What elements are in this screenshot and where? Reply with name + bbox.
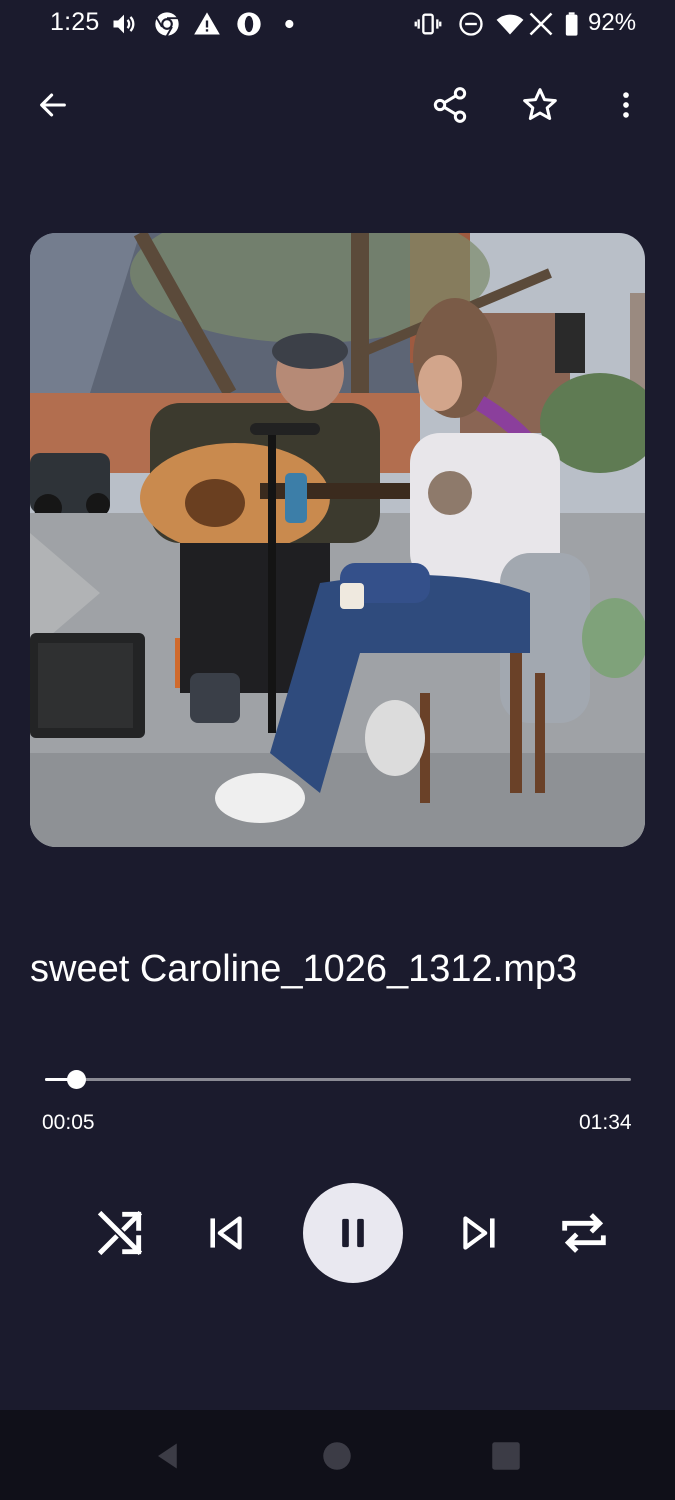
transport-controls <box>0 1183 675 1283</box>
battery-percent: 92% <box>588 9 637 36</box>
nav-back-button[interactable] <box>146 1434 190 1478</box>
track-title: sweet Caroline_1026_1312.mp3 <box>30 948 578 990</box>
previous-button[interactable] <box>195 1203 255 1263</box>
chrome-icon <box>153 10 181 38</box>
repeat-button[interactable] <box>554 1203 614 1263</box>
back-button[interactable] <box>25 77 81 133</box>
app-bar <box>0 70 675 140</box>
next-button[interactable] <box>450 1203 510 1263</box>
skip-next-icon <box>463 1216 495 1250</box>
volume-icon <box>110 10 138 38</box>
seek-bar[interactable] <box>45 1068 631 1092</box>
repeat-icon <box>562 1213 606 1253</box>
recents-square-icon <box>492 1442 520 1470</box>
back-triangle-icon <box>158 1443 177 1469</box>
notification-dot-icon <box>280 10 308 38</box>
warning-icon <box>193 10 221 38</box>
more-vert-icon <box>623 92 629 118</box>
share-button[interactable] <box>422 77 478 133</box>
nav-recents-button[interactable] <box>484 1434 528 1478</box>
home-circle-icon <box>323 1442 351 1470</box>
pause-icon <box>342 1218 364 1248</box>
battery-icon <box>560 10 588 38</box>
music-player-screen: 1:25 92% sweet Caroline_1026_1312.mp3 00… <box>0 0 675 1500</box>
elapsed-time: 00:05 <box>42 1111 95 1134</box>
wifi-icon <box>496 10 524 38</box>
status-time: 1:25 <box>50 8 100 36</box>
skip-previous-icon <box>210 1216 242 1250</box>
shuffle-button[interactable] <box>90 1203 150 1263</box>
do-not-disturb-icon <box>457 10 485 38</box>
back-arrow-icon <box>40 93 66 117</box>
no-signal-icon <box>527 10 555 38</box>
share-icon <box>433 87 467 123</box>
album-art <box>30 233 645 847</box>
favorite-button[interactable] <box>512 77 568 133</box>
vibrate-icon <box>414 10 442 38</box>
seek-thumb[interactable] <box>67 1070 87 1089</box>
seek-track[interactable] <box>45 1078 631 1081</box>
system-nav-bar <box>0 1410 675 1500</box>
pause-button[interactable] <box>303 1183 403 1283</box>
status-bar: 1:25 92% <box>0 0 675 48</box>
more-options-button[interactable] <box>598 77 654 133</box>
shuffle-icon <box>97 1210 143 1256</box>
star-outline-icon <box>523 88 557 120</box>
total-duration: 01:34 <box>579 1111 632 1134</box>
nav-home-button[interactable] <box>315 1434 359 1478</box>
opera-icon <box>235 10 263 38</box>
